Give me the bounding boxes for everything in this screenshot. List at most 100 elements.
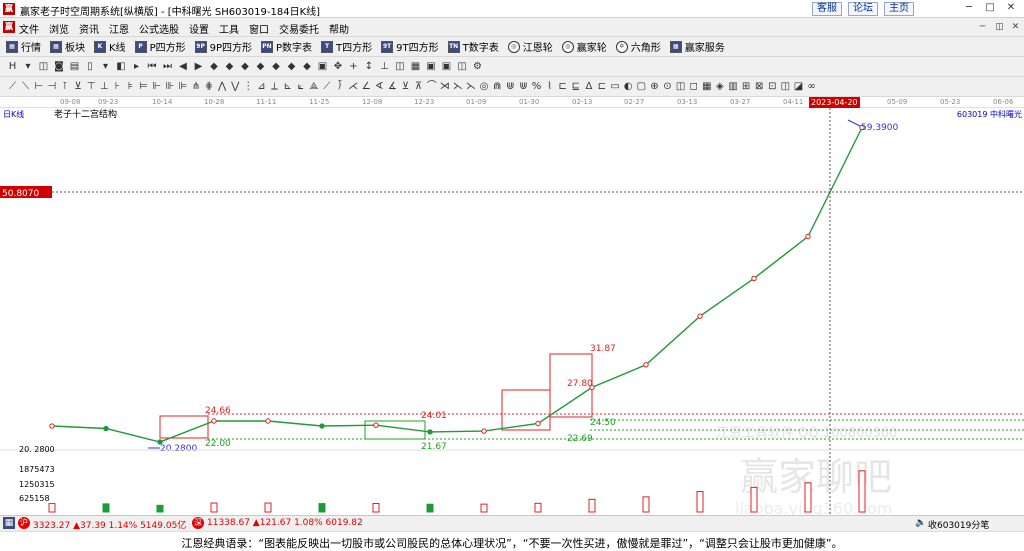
tool-icon[interactable]: ⏮ bbox=[146, 60, 159, 73]
tool-icon[interactable]: ▣ bbox=[440, 60, 453, 73]
tool-icon[interactable]: ◫ bbox=[394, 60, 407, 73]
price-point[interactable] bbox=[103, 425, 109, 432]
tool-icon[interactable]: Δ bbox=[582, 80, 595, 93]
tool-icon[interactable]: + bbox=[347, 60, 360, 73]
volume-bar[interactable] bbox=[804, 482, 812, 513]
tool-icon[interactable]: ⊥ bbox=[378, 60, 391, 73]
volume-bar[interactable] bbox=[534, 502, 542, 513]
tool-icon[interactable]: ◆ bbox=[208, 60, 221, 73]
price-point[interactable] bbox=[211, 418, 217, 424]
tool-icon[interactable]: ⊻ bbox=[399, 80, 412, 93]
price-point[interactable] bbox=[49, 423, 55, 429]
tool-icon[interactable]: ▾ bbox=[99, 60, 112, 73]
service-button[interactable]: 客服 bbox=[812, 2, 842, 16]
volume-bar[interactable] bbox=[210, 502, 218, 513]
tool-icon[interactable]: ◧ bbox=[115, 60, 128, 73]
tool-icon[interactable]: ▾ bbox=[22, 60, 35, 73]
price-point[interactable] bbox=[751, 275, 757, 282]
tool-icon[interactable]: ⊥ bbox=[98, 80, 111, 93]
tool-icon[interactable]: ∠ bbox=[360, 80, 373, 93]
menu-item[interactable]: 交易委托 bbox=[279, 21, 319, 36]
tool-icon[interactable]: ✥ bbox=[332, 60, 345, 73]
price-point[interactable] bbox=[481, 428, 487, 434]
tool-icon[interactable]: ▢ bbox=[635, 80, 648, 93]
forum-button[interactable]: 论坛 bbox=[848, 2, 878, 16]
tool-icon[interactable]: ⊙ bbox=[661, 80, 674, 93]
tool-icon[interactable]: ⋊ bbox=[438, 80, 451, 93]
tool-icon[interactable]: ⌒ bbox=[425, 80, 438, 93]
tool-icon[interactable]: ▶ bbox=[192, 60, 205, 73]
toolbar-item[interactable]: ▦ 行情 bbox=[6, 39, 41, 54]
tool-icon[interactable]: ⊼ bbox=[412, 80, 425, 93]
tool-icon[interactable]: ⋀ bbox=[216, 80, 229, 93]
tool-icon[interactable]: ⋁ bbox=[229, 80, 242, 93]
price-close-line[interactable] bbox=[51, 127, 863, 443]
tool-icon[interactable]: ⊻ bbox=[72, 80, 85, 93]
tool-icon[interactable]: ◫ bbox=[674, 80, 687, 93]
tool-icon[interactable]: ∡ bbox=[386, 80, 399, 93]
tool-icon[interactable]: ◆ bbox=[270, 60, 283, 73]
price-point[interactable] bbox=[589, 384, 595, 391]
kline-chart[interactable]: 日K线 老子十二宫结构 603019 中科曙光 江恩工具软件 QQ:100800360… bbox=[0, 108, 1024, 515]
tool-icon[interactable]: ⟌ bbox=[334, 80, 347, 93]
tool-icon[interactable]: ⊾ bbox=[281, 80, 294, 93]
volume-bar[interactable] bbox=[48, 503, 56, 513]
tool-icon[interactable]: ◆ bbox=[254, 60, 267, 73]
speaker-icon[interactable]: 🔈 bbox=[915, 518, 926, 528]
tool-icon[interactable]: ▣ bbox=[316, 60, 329, 73]
tool-icon[interactable]: ▯ bbox=[84, 60, 97, 73]
tool-icon[interactable]: % bbox=[530, 80, 543, 93]
tool-icon[interactable]: ◙ bbox=[53, 60, 66, 73]
tool-icon[interactable]: ⟁ bbox=[307, 80, 320, 93]
mdi-minimize-icon[interactable]: ─ bbox=[976, 21, 989, 34]
tool-icon[interactable]: ▭ bbox=[609, 80, 622, 93]
volume-bar[interactable] bbox=[588, 498, 596, 513]
tool-icon[interactable]: ⋋ bbox=[465, 80, 478, 93]
tool-icon[interactable]: ◆ bbox=[285, 60, 298, 73]
tool-icon[interactable]: ⟋ bbox=[6, 80, 19, 93]
tool-icon[interactable]: ⊡ bbox=[766, 80, 779, 93]
toolbar-item[interactable]: ▦ 板块 bbox=[50, 39, 85, 54]
tool-icon[interactable]: ▣ bbox=[425, 60, 438, 73]
tool-icon[interactable]: ⊫ bbox=[176, 80, 189, 93]
tool-icon[interactable]: ⊩ bbox=[150, 80, 163, 93]
volume-bar[interactable] bbox=[426, 503, 434, 513]
tool-icon[interactable]: ⊤ bbox=[85, 80, 98, 93]
tool-icon[interactable]: ⋓ bbox=[504, 80, 517, 93]
tool-icon[interactable]: ⊕ bbox=[648, 80, 661, 93]
toolbar-item[interactable]: ▦ 赢家服务 bbox=[669, 39, 725, 54]
tool-icon[interactable]: ∢ bbox=[373, 80, 386, 93]
tool-icon[interactable]: ⊧ bbox=[124, 80, 137, 93]
sz-index-text[interactable]: 11338.67 ▲121.67 1.08% 6019.82 bbox=[207, 518, 363, 528]
tool-icon[interactable]: ⊺ bbox=[58, 80, 71, 93]
toolbar-item[interactable]: K K线 bbox=[94, 39, 126, 54]
toolbar-item[interactable]: 9P 9P四方形 bbox=[194, 39, 252, 54]
tool-icon[interactable]: ⏭ bbox=[161, 60, 174, 73]
menu-item[interactable]: 浏览 bbox=[49, 21, 69, 36]
sh-index-text[interactable]: 3323.27 ▲37.39 1.14% 5149.05亿 bbox=[33, 518, 186, 531]
tool-icon[interactable]: ⟀ bbox=[294, 80, 307, 93]
tool-icon[interactable]: H bbox=[6, 60, 19, 73]
tool-icon[interactable]: ◫ bbox=[37, 60, 50, 73]
tool-icon[interactable]: ▸ bbox=[130, 60, 143, 73]
volume-bar[interactable] bbox=[264, 502, 272, 513]
tool-icon[interactable]: ⟋ bbox=[320, 80, 333, 93]
tool-icon[interactable]: ◪ bbox=[792, 80, 805, 93]
price-point[interactable] bbox=[535, 420, 541, 427]
menu-item[interactable]: 帮助 bbox=[329, 21, 349, 36]
volume-bar[interactable] bbox=[372, 502, 380, 513]
tool-icon[interactable]: ⊣ bbox=[45, 80, 58, 93]
volume-bar[interactable] bbox=[102, 503, 110, 513]
home-button[interactable]: 主页 bbox=[884, 2, 914, 16]
toolbar-item[interactable]: TN T数字表 bbox=[447, 39, 499, 54]
tool-icon[interactable]: ⟂ bbox=[268, 80, 281, 93]
mdi-restore-icon[interactable]: ◫ bbox=[993, 21, 1006, 34]
tool-icon[interactable]: ⊏ bbox=[596, 80, 609, 93]
tool-icon[interactable]: ▦ bbox=[700, 80, 713, 93]
price-point[interactable] bbox=[427, 429, 433, 435]
tool-icon[interactable]: ◻ bbox=[687, 80, 700, 93]
menu-item[interactable]: 设置 bbox=[189, 21, 209, 36]
toolbar-item[interactable]: P P四方形 bbox=[134, 39, 186, 54]
volume-bar[interactable] bbox=[750, 486, 758, 513]
tool-icon[interactable]: ⚙ bbox=[471, 60, 484, 73]
